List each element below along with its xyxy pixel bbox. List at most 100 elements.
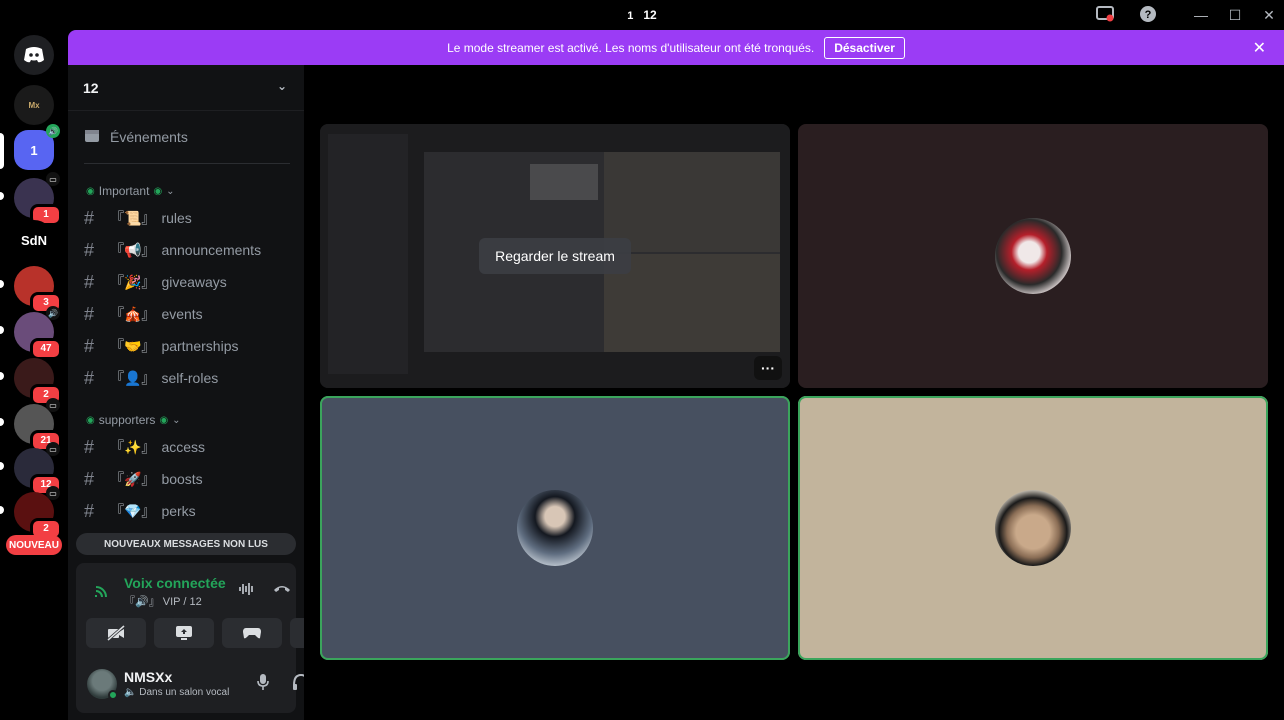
hash-icon: # [84, 335, 95, 356]
voice-active-icon: 🔊 [46, 124, 60, 138]
maximize-icon[interactable]: ☐ [1224, 5, 1246, 25]
category-supporters[interactable]: ◉ supporters ◉ ⌄ [86, 413, 181, 427]
channel-emoji: 『🚀』 [110, 471, 156, 487]
server-icon-10[interactable]: ▭ 2 [14, 486, 62, 540]
participant-tile[interactable] [798, 124, 1268, 388]
participant-tile-speaking[interactable] [320, 396, 790, 660]
calendar-icon [84, 127, 100, 146]
eye-icon: ◉ [86, 185, 95, 197]
banner-message: Le mode streamer est activé. Les noms d'… [447, 40, 815, 55]
channel-name: access [161, 439, 206, 455]
voice-status[interactable]: Voix connectée [124, 575, 226, 591]
server-name: 12 [83, 79, 99, 96]
preview-sidebar [328, 134, 408, 374]
channel-perks[interactable]: # 『💎』 perks [84, 497, 196, 525]
hash-icon: # [84, 207, 95, 228]
close-banner-icon[interactable]: ✕ [1253, 38, 1266, 58]
hash-icon: # [84, 436, 95, 457]
watch-stream-button[interactable]: Regarder le stream [479, 238, 631, 274]
eye-icon: ◉ [159, 414, 169, 426]
screen-share-button[interactable] [154, 618, 214, 648]
channel-sidebar: 12 ⌄ Événements ◉ Important ◉ ⌄ # 『📜』 ru… [68, 65, 350, 720]
close-window-icon[interactable]: ✕ [1258, 5, 1280, 25]
channel-name: rules [161, 210, 192, 226]
noise-suppression-icon[interactable] [238, 581, 256, 600]
server-label: SdN [21, 232, 47, 248]
new-unread-messages-bar[interactable]: NOUVEAUX MESSAGES NON LUS [76, 533, 296, 555]
chevron-down-icon: ⌄ [172, 414, 181, 426]
chevron-down-icon: ⌄ [276, 79, 287, 93]
username[interactable]: NMSXx [124, 669, 172, 685]
server-icon-3[interactable]: ▭ 1 [14, 172, 62, 226]
channel-events[interactable]: # 『🎪』 events [84, 300, 203, 328]
channel-giveaways[interactable]: # 『🎉』 giveaways [84, 268, 227, 296]
more-options-button[interactable]: ··· [754, 356, 782, 380]
hash-icon: # [84, 500, 95, 521]
server-header[interactable]: 12 ⌄ [68, 65, 304, 111]
channel-access[interactable]: # 『✨』 access [84, 433, 205, 461]
server-icon-5[interactable]: 3 [14, 266, 62, 314]
channel-partnerships[interactable]: # 『🤝』 partnerships [84, 332, 238, 360]
help-icon[interactable]: ? [1137, 5, 1159, 25]
participant-tile-speaking[interactable] [798, 396, 1268, 660]
online-status-dot [108, 690, 118, 700]
server-icon-7[interactable]: 2 [14, 358, 62, 406]
voice-channel-name[interactable]: 『🔊』 VIP / 12 [124, 593, 202, 609]
category-important[interactable]: ◉ Important ◉ ⌄ [86, 184, 175, 198]
speaker-icon: 🔈 [124, 687, 137, 698]
channel-name: perks [161, 503, 196, 519]
server-icon-current[interactable]: 1 🔊 [14, 124, 60, 170]
svg-text:?: ? [1145, 9, 1152, 21]
minimize-icon[interactable]: — [1190, 5, 1212, 25]
window-title-text: 12 [643, 8, 657, 22]
chevron-down-icon: ⌄ [166, 185, 175, 197]
stream-tile[interactable]: Regarder le stream ··· [320, 124, 790, 388]
channel-rules[interactable]: # 『📜』 rules [84, 204, 192, 232]
discord-home-icon[interactable] [14, 35, 54, 75]
channel-name: events [161, 306, 203, 322]
events-label: Événements [110, 128, 188, 145]
category-label: supporters [98, 413, 156, 427]
streamer-mode-banner: Le mode streamer est activé. Les noms d'… [68, 30, 1284, 65]
unread-pill [0, 506, 4, 514]
server-rail: Mx 1 🔊 ▭ 1 SdN 3 🔊 47 2 ▭ 21 ▭ 12 ▭ 2 NO… [0, 30, 68, 720]
channel-name: boosts [161, 471, 203, 487]
activity-button[interactable] [222, 618, 282, 648]
category-label: Important [98, 184, 150, 198]
channel-boosts[interactable]: # 『🚀』 boosts [84, 465, 203, 493]
user-status: 🔈 Dans un salon vocal [124, 687, 229, 698]
disconnect-icon[interactable] [272, 581, 292, 598]
camera-off-button[interactable] [86, 618, 146, 648]
preview-tile-c [530, 164, 598, 200]
hash-icon: # [84, 239, 95, 260]
server-icon-8[interactable]: ▭ 21 [14, 398, 62, 452]
server-label: 1 [30, 142, 38, 158]
server-icon-sdn[interactable]: SdN [14, 220, 54, 260]
divider [84, 163, 290, 164]
new-unread-button[interactable]: NOUVEAU [6, 535, 62, 555]
stream-icon: ▭ [46, 486, 60, 500]
stream-icon: ▭ [46, 172, 60, 186]
signal-icon[interactable] [94, 583, 110, 602]
screen-share-status-icon[interactable] [1094, 5, 1116, 25]
title-bar: 1 12 ? — ☐ ✕ [0, 0, 1284, 30]
stream-icon: ▭ [46, 398, 60, 412]
mention-badge: 47 [30, 338, 62, 360]
eye-icon: ◉ [86, 414, 95, 426]
disable-streamer-mode-button[interactable]: Désactiver [824, 36, 905, 59]
channel-emoji: 『💎』 [110, 503, 156, 519]
hash-icon: # [84, 367, 95, 388]
hash-icon: # [84, 468, 95, 489]
voice-panel: Voix connectée 『🔊』 VIP / 12 NMSXx 🔈 Dans… [76, 563, 350, 713]
channel-self-roles[interactable]: # 『👤』 self-roles [84, 364, 218, 392]
server-icon-mx[interactable]: Mx [14, 85, 54, 125]
events-link[interactable]: Événements [84, 127, 188, 146]
server-icon-9[interactable]: ▭ 12 [14, 442, 62, 496]
unread-pill [0, 372, 4, 380]
channel-emoji: 『🤝』 [110, 338, 156, 354]
microphone-icon[interactable] [256, 673, 270, 696]
channel-name: self-roles [161, 370, 219, 386]
server-icon-6[interactable]: 🔊 47 [14, 306, 62, 360]
channel-announcements[interactable]: # 『📢』 announcements [84, 236, 261, 264]
unread-pill [0, 418, 4, 426]
